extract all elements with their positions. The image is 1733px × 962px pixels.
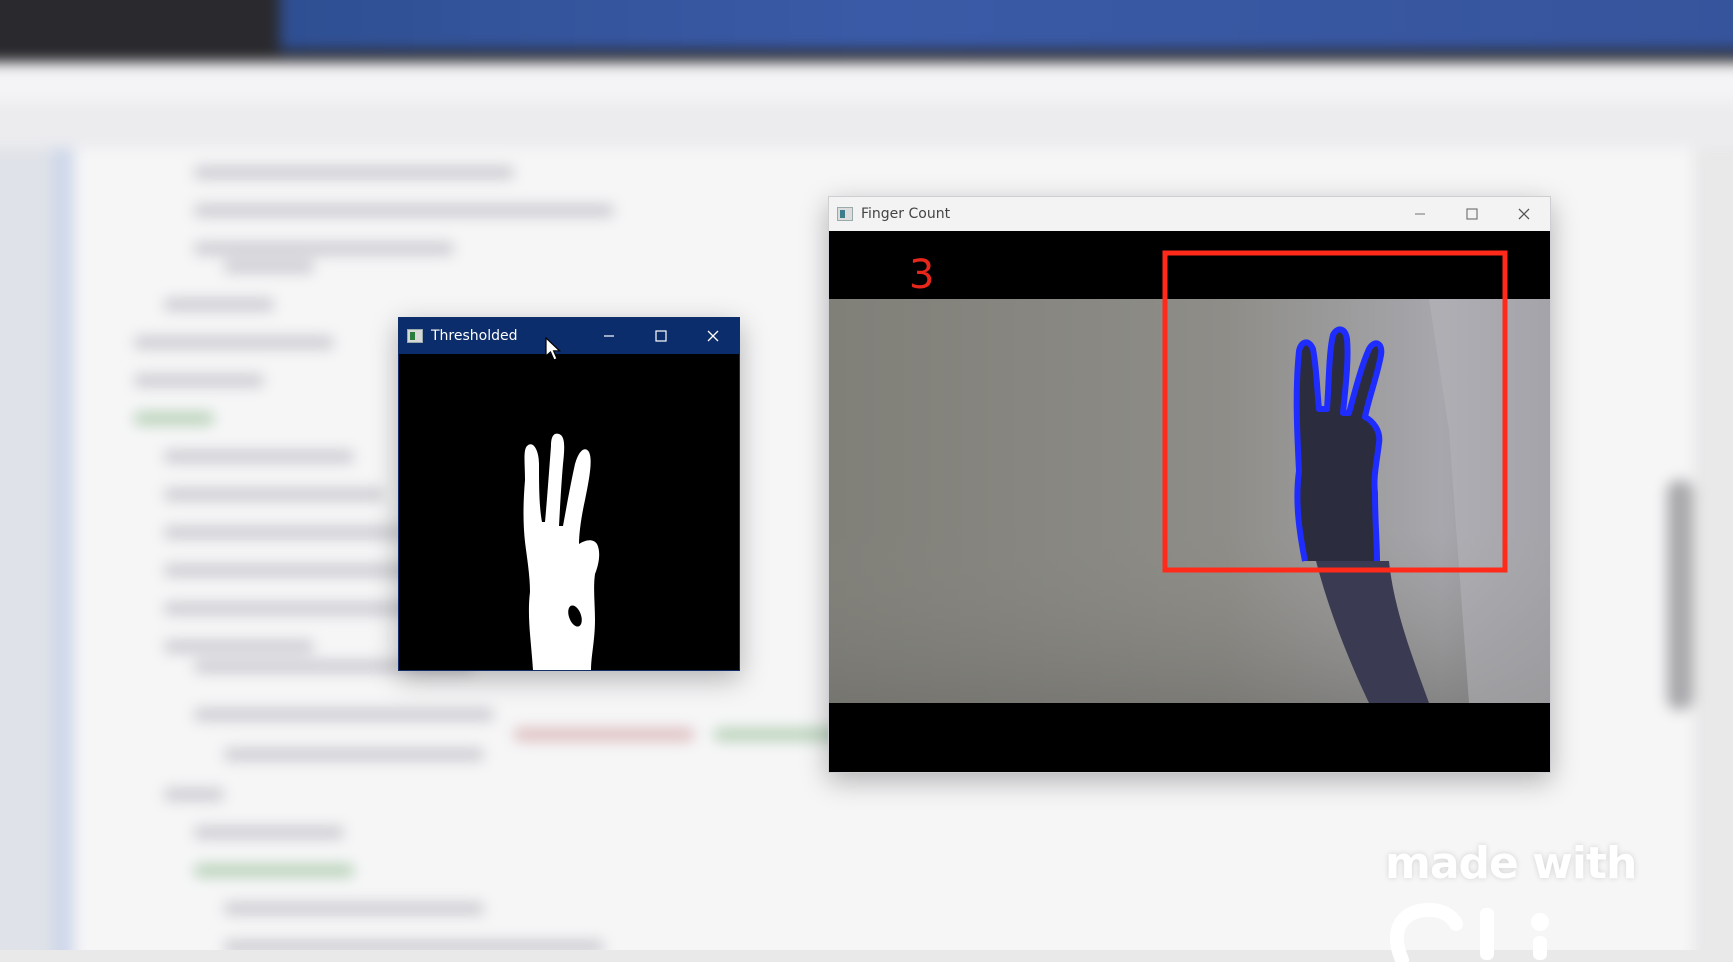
threshold-mask-image xyxy=(399,354,739,670)
minimize-button[interactable] xyxy=(1394,197,1446,231)
maximize-button[interactable] xyxy=(635,318,687,354)
ide-toolbar xyxy=(0,102,1733,148)
close-button[interactable] xyxy=(687,318,739,354)
maximize-button[interactable] xyxy=(1446,197,1498,231)
close-icon xyxy=(1518,208,1530,220)
camera-frame xyxy=(829,231,1550,772)
minimize-button[interactable] xyxy=(583,318,635,354)
minimize-icon xyxy=(604,335,614,337)
maximize-icon xyxy=(1466,208,1478,220)
camera-feed: 3 xyxy=(829,231,1550,772)
ide-titlebar xyxy=(0,0,1733,62)
thresholded-titlebar[interactable]: Thresholded xyxy=(399,318,739,354)
thresholded-window[interactable]: Thresholded xyxy=(398,317,740,671)
window-title: Finger Count xyxy=(861,206,951,222)
mouse-cursor-icon xyxy=(545,337,562,361)
close-button[interactable] xyxy=(1498,197,1550,231)
hand-mask xyxy=(523,433,607,670)
ide-scrollbar[interactable] xyxy=(1667,480,1693,710)
finger-count-titlebar[interactable]: Finger Count xyxy=(829,197,1550,231)
app-window-icon xyxy=(837,207,853,221)
minimize-icon xyxy=(1415,213,1425,215)
finger-count-value: 3 xyxy=(909,252,935,298)
close-icon xyxy=(707,330,719,342)
watermark-logo xyxy=(1390,902,1549,962)
watermark-text: made with xyxy=(1385,838,1637,889)
app-window-icon xyxy=(407,329,423,343)
ide-menubar xyxy=(0,62,1733,103)
finger-count-window[interactable]: Finger Count 3 xyxy=(828,196,1551,773)
maximize-icon xyxy=(655,330,667,342)
